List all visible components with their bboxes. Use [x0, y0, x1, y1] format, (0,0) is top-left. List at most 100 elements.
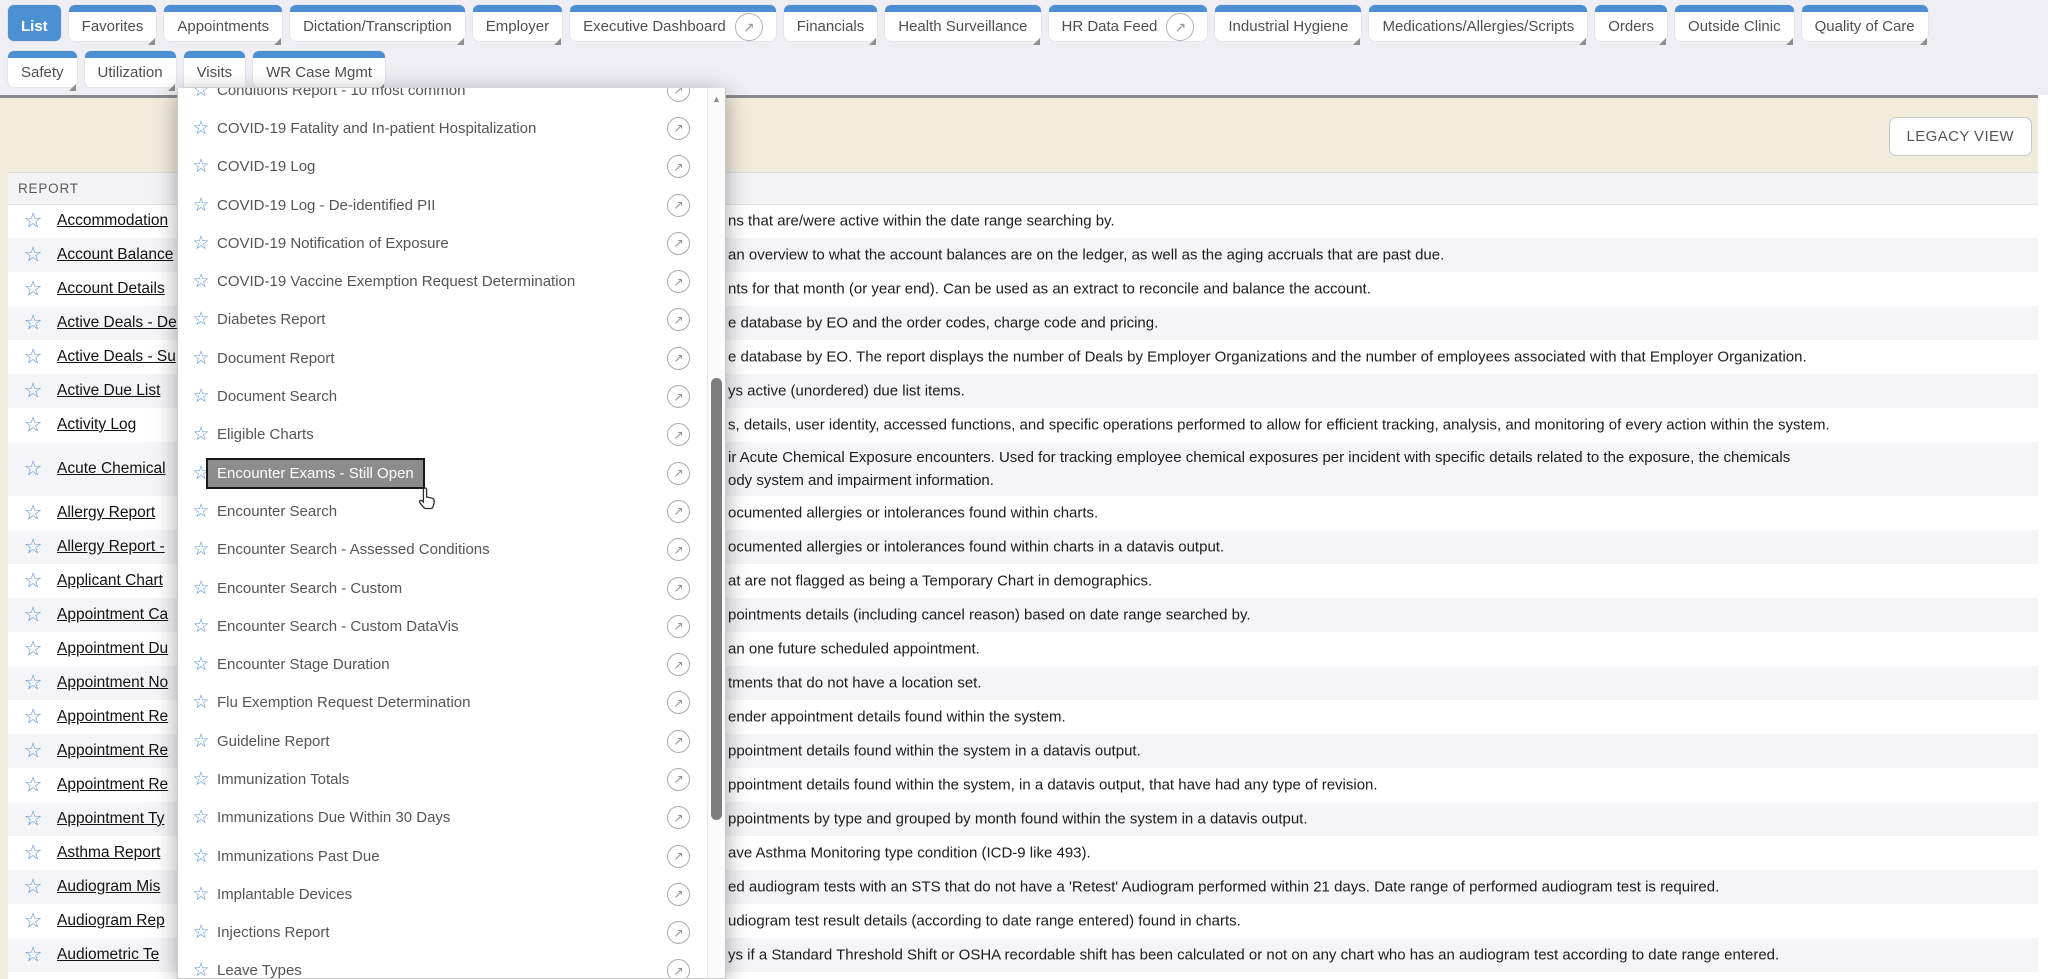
favorite-star-icon[interactable]: ☆: [18, 311, 48, 336]
favorite-star-icon[interactable]: ☆: [191, 538, 211, 561]
favorite-star-icon[interactable]: ☆: [18, 773, 48, 798]
open-in-new-icon[interactable]: ↗: [667, 462, 690, 485]
open-in-new-icon[interactable]: ↗: [667, 806, 690, 829]
report-link[interactable]: Accommodation: [57, 212, 168, 230]
open-in-new-icon[interactable]: ↗: [667, 88, 690, 102]
open-in-new-icon[interactable]: ↗: [667, 423, 690, 446]
favorite-star-icon[interactable]: ☆: [191, 653, 211, 676]
favorite-star-icon[interactable]: ☆: [191, 155, 211, 178]
open-in-new-icon[interactable]: ↗: [667, 615, 690, 638]
report-link[interactable]: Audiogram Rep: [57, 912, 165, 930]
report-link[interactable]: Active Deals - De: [57, 314, 177, 332]
favorite-star-icon[interactable]: ☆: [191, 270, 211, 293]
menu-item-eligible-charts[interactable]: ☆ Eligible Charts ↗: [178, 416, 708, 454]
open-in-new-icon[interactable]: ↗: [667, 691, 690, 714]
tab-executive-dashboard[interactable]: Executive Dashboard ↗: [570, 5, 776, 41]
open-in-new-icon[interactable]: ↗: [667, 845, 690, 868]
tab-orders[interactable]: Orders ↗: [1595, 5, 1667, 41]
favorite-star-icon[interactable]: ☆: [191, 88, 211, 102]
tab-industrial-hygiene[interactable]: Industrial Hygiene ↗: [1215, 5, 1361, 41]
report-link[interactable]: Activity Log: [57, 416, 136, 434]
tab-appointments[interactable]: Appointments ↗: [164, 5, 282, 41]
tab-hr-data-feed[interactable]: HR Data Feed ↗: [1049, 5, 1208, 41]
menu-item-covid-19-notification-of-exposure[interactable]: ☆ COVID-19 Notification of Exposure ↗: [178, 224, 708, 262]
open-in-new-icon[interactable]: ↗: [667, 385, 690, 408]
favorite-star-icon[interactable]: ☆: [191, 845, 211, 868]
tab-favorites[interactable]: Favorites ↗: [69, 5, 157, 41]
open-in-new-icon[interactable]: ↗: [667, 538, 690, 561]
favorite-star-icon[interactable]: ☆: [191, 232, 211, 255]
menu-item-covid-19-fatality-and-in-patient-hospitalization[interactable]: ☆ COVID-19 Fatality and In-patient Hospi…: [178, 109, 708, 147]
favorite-star-icon[interactable]: ☆: [18, 875, 48, 900]
open-in-new-icon[interactable]: ↗: [667, 730, 690, 753]
favorite-star-icon[interactable]: ☆: [191, 806, 211, 829]
favorite-star-icon[interactable]: ☆: [191, 959, 211, 978]
report-link[interactable]: Audiogram Mis: [57, 878, 160, 896]
open-in-new-icon[interactable]: ↗: [667, 577, 690, 600]
scrollbar-thumb[interactable]: [711, 378, 722, 820]
report-link[interactable]: Acute Chemical: [57, 460, 166, 478]
menu-item-encounter-search-custom-datavis[interactable]: ☆ Encounter Search - Custom DataVis ↗: [178, 607, 708, 645]
open-in-new-icon[interactable]: ↗: [667, 768, 690, 791]
menu-item-leave-types[interactable]: ☆ Leave Types ↗: [178, 952, 708, 978]
scroll-up-icon[interactable]: ▲: [708, 88, 725, 110]
open-in-new-icon[interactable]: ↗: [667, 308, 690, 331]
favorite-star-icon[interactable]: ☆: [18, 277, 48, 302]
favorite-star-icon[interactable]: ☆: [191, 615, 211, 638]
report-link[interactable]: Active Deals - Su: [57, 348, 176, 366]
menu-item-covid-19-log[interactable]: ☆ COVID-19 Log ↗: [178, 148, 708, 186]
open-in-new-icon[interactable]: ↗: [667, 883, 690, 906]
tab-wr-case-mgmt[interactable]: WR Case Mgmt ↗: [253, 51, 385, 87]
menu-item-conditions-report-10-most-common[interactable]: ☆ Conditions Report - 10 most common ↗: [178, 88, 708, 109]
menu-item-flu-exemption-request-determination[interactable]: ☆ Flu Exemption Request Determination ↗: [178, 684, 708, 722]
menu-item-covid-19-log-de-identified-pii[interactable]: ☆ COVID-19 Log - De-identified PII ↗: [178, 186, 708, 224]
menu-item-encounter-search[interactable]: ☆ Encounter Search ↗: [178, 492, 708, 530]
open-in-new-icon[interactable]: ↗: [667, 653, 690, 676]
open-in-new-icon[interactable]: ↗: [667, 347, 690, 370]
report-link[interactable]: Active Due List: [57, 382, 160, 400]
menu-item-encounter-stage-duration[interactable]: ☆ Encounter Stage Duration ↗: [178, 645, 708, 683]
report-link[interactable]: Appointment Re: [57, 708, 168, 726]
report-link[interactable]: Appointment Ca: [57, 606, 168, 624]
menu-item-implantable-devices[interactable]: ☆ Implantable Devices ↗: [178, 875, 708, 913]
favorite-star-icon[interactable]: ☆: [191, 423, 211, 446]
favorite-star-icon[interactable]: ☆: [18, 671, 48, 696]
report-link[interactable]: Account Balance: [57, 246, 173, 264]
menu-item-encounter-exams-still-open[interactable]: ☆ Encounter Exams - Still Open ↗: [178, 454, 708, 492]
report-link[interactable]: Allergy Report -: [57, 538, 165, 556]
favorite-star-icon[interactable]: ☆: [191, 308, 211, 331]
favorite-star-icon[interactable]: ☆: [18, 243, 48, 268]
menu-item-encounter-search-custom[interactable]: ☆ Encounter Search - Custom ↗: [178, 569, 708, 607]
favorite-star-icon[interactable]: ☆: [18, 909, 48, 934]
menu-item-document-search[interactable]: ☆ Document Search ↗: [178, 377, 708, 415]
tab-outside-clinic[interactable]: Outside Clinic ↗: [1675, 5, 1794, 41]
favorite-star-icon[interactable]: ☆: [191, 921, 211, 944]
menu-item-diabetes-report[interactable]: ☆ Diabetes Report ↗: [178, 301, 708, 339]
report-link[interactable]: Account Details: [57, 280, 165, 298]
tab-dictation-transcription[interactable]: Dictation/Transcription ↗: [290, 5, 465, 41]
legacy-view-button[interactable]: LEGACY VIEW: [1889, 117, 2033, 156]
favorite-star-icon[interactable]: ☆: [18, 943, 48, 968]
report-link[interactable]: Applicant Chart: [57, 572, 163, 590]
report-link[interactable]: Appointment No: [57, 674, 168, 692]
favorite-star-icon[interactable]: ☆: [191, 385, 211, 408]
favorite-star-icon[interactable]: ☆: [18, 379, 48, 404]
report-link[interactable]: Appointment Ty: [57, 810, 164, 828]
favorite-star-icon[interactable]: ☆: [18, 501, 48, 526]
menu-scrollbar[interactable]: ▲: [707, 88, 725, 978]
open-in-new-icon[interactable]: ↗: [667, 155, 690, 178]
favorite-star-icon[interactable]: ☆: [191, 117, 211, 140]
favorite-star-icon[interactable]: ☆: [18, 705, 48, 730]
favorite-star-icon[interactable]: ☆: [18, 637, 48, 662]
tab-financials[interactable]: Financials ↗: [784, 5, 878, 41]
tab-quality-of-care[interactable]: Quality of Care ↗: [1802, 5, 1928, 41]
menu-item-encounter-search-assessed-conditions[interactable]: ☆ Encounter Search - Assessed Conditions…: [178, 531, 708, 569]
tab-employer[interactable]: Employer ↗: [473, 5, 562, 41]
report-link[interactable]: Asthma Report: [57, 844, 160, 862]
favorite-star-icon[interactable]: ☆: [191, 500, 211, 523]
tab-visits[interactable]: Visits ↗: [184, 51, 246, 87]
open-in-new-icon[interactable]: ↗: [667, 959, 690, 978]
favorite-star-icon[interactable]: ☆: [191, 730, 211, 753]
favorite-star-icon[interactable]: ☆: [18, 535, 48, 560]
favorite-star-icon[interactable]: ☆: [18, 413, 48, 438]
